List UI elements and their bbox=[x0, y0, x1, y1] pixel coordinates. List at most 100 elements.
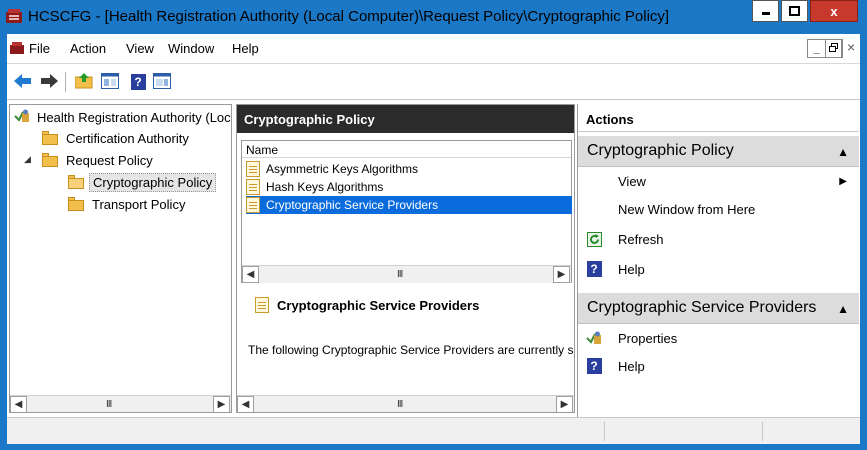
help-toolbar-button[interactable]: ? bbox=[128, 72, 148, 92]
minimize-icon bbox=[761, 4, 771, 19]
action-group-title: Cryptographic Policy bbox=[587, 142, 734, 159]
action-new-window[interactable]: New Window from Here bbox=[578, 195, 859, 223]
action-help-2[interactable]: ? Help bbox=[578, 352, 859, 380]
back-arrow-icon bbox=[14, 73, 32, 91]
collapse-up-icon[interactable]: ▲ bbox=[837, 145, 849, 159]
up-level-button[interactable] bbox=[74, 72, 94, 92]
content-area: Health Registration Authority (Local Com… bbox=[7, 100, 860, 417]
action-label: Refresh bbox=[618, 231, 664, 247]
up-folder-icon bbox=[74, 72, 93, 92]
scroll-left-icon[interactable]: ◀ bbox=[237, 396, 254, 412]
menu-view[interactable]: View bbox=[126, 41, 154, 56]
help-icon: ? bbox=[130, 74, 146, 90]
action-label: Help bbox=[618, 358, 645, 374]
scroll-left-icon[interactable]: ◀ bbox=[242, 266, 259, 283]
hra-snapin-icon bbox=[14, 109, 30, 126]
scroll-right-icon[interactable]: ▶ bbox=[556, 396, 573, 412]
list-horizontal-scrollbar[interactable]: ◀ III ▶ bbox=[242, 265, 571, 283]
action-label: Properties bbox=[618, 330, 678, 346]
tree-root[interactable]: Health Registration Authority (Local Com… bbox=[14, 107, 231, 127]
result-pane-title: Cryptographic Policy bbox=[237, 105, 574, 133]
action-view[interactable]: View ▶ bbox=[578, 167, 859, 195]
toolbar-separator bbox=[65, 72, 66, 92]
mdi-minimize-button[interactable]: _ bbox=[808, 40, 825, 57]
scroll-right-icon[interactable]: ▶ bbox=[553, 266, 570, 283]
list-item-asymmetric[interactable]: Asymmetric Keys Algorithms bbox=[246, 160, 420, 178]
list-item-hash[interactable]: Hash Keys Algorithms bbox=[246, 178, 385, 196]
scroll-thumb[interactable]: III bbox=[106, 399, 112, 410]
show-hide-tree-button[interactable] bbox=[100, 72, 120, 92]
actions-header: Actions bbox=[578, 104, 859, 132]
window-title: HCSCFG - [Health Registration Authority … bbox=[28, 8, 670, 25]
list-item-csp[interactable]: Cryptographic Service Providers bbox=[246, 196, 572, 214]
list-item-label: Asymmetric Keys Algorithms bbox=[266, 162, 419, 176]
maximize-button[interactable] bbox=[781, 0, 808, 22]
submenu-arrow-icon: ▶ bbox=[839, 175, 847, 187]
refresh-icon bbox=[586, 231, 602, 247]
console-tree[interactable]: Health Registration Authority (Local Com… bbox=[9, 104, 232, 413]
properties-icon bbox=[586, 330, 602, 346]
folder-icon bbox=[68, 197, 84, 211]
collapse-arrow-icon[interactable]: ◢ bbox=[24, 154, 31, 165]
tree-item-transport-policy[interactable]: Transport Policy bbox=[68, 194, 188, 214]
tree-item-label: Certification Authority bbox=[66, 130, 189, 146]
app-icon[interactable] bbox=[6, 9, 22, 23]
system-menu-icon[interactable] bbox=[10, 42, 24, 54]
menu-window[interactable]: Window bbox=[168, 41, 214, 56]
close-button[interactable]: x bbox=[810, 0, 858, 22]
status-divider bbox=[762, 422, 763, 441]
folder-icon bbox=[42, 153, 58, 167]
tree-horizontal-scrollbar[interactable]: ◀ III ▶ bbox=[10, 395, 231, 412]
list-item-label: Cryptographic Service Providers bbox=[266, 198, 439, 212]
column-header-name[interactable]: Name bbox=[242, 141, 571, 158]
scroll-thumb[interactable]: III bbox=[397, 269, 403, 280]
show-hide-action-pane-button[interactable] bbox=[152, 72, 172, 92]
back-button[interactable] bbox=[13, 72, 33, 92]
maximize-icon bbox=[789, 4, 800, 19]
description-title: Cryptographic Service Providers bbox=[255, 297, 479, 313]
tree-item-certification-authority[interactable]: Certification Authority bbox=[42, 128, 192, 148]
description-text: The following Cryptographic Service Prov… bbox=[248, 343, 573, 357]
menu-help[interactable]: Help bbox=[232, 41, 259, 56]
policy-document-icon bbox=[246, 197, 260, 213]
result-pane: Cryptographic Policy Name Asymmetric Key… bbox=[236, 104, 575, 413]
policy-document-icon bbox=[246, 161, 260, 177]
action-label: New Window from Here bbox=[618, 201, 756, 217]
description-horizontal-scrollbar[interactable]: ◀ III ▶ bbox=[237, 395, 574, 412]
action-group-csp[interactable]: Cryptographic Service Providers ▲ bbox=[578, 293, 859, 324]
tree-item-cryptographic-policy[interactable]: Cryptographic Policy bbox=[68, 172, 217, 192]
policy-list[interactable]: Name Asymmetric Keys Algorithms Hash Key… bbox=[241, 140, 572, 283]
forward-arrow-icon bbox=[40, 73, 58, 91]
toolbar: ? bbox=[7, 64, 860, 100]
action-group-title: Cryptographic Service Providers bbox=[587, 299, 817, 316]
mdi-restore-button[interactable] bbox=[825, 40, 842, 57]
policy-document-icon bbox=[255, 297, 269, 313]
action-properties[interactable]: Properties bbox=[578, 324, 859, 352]
tree-item-request-policy[interactable]: Request Policy bbox=[42, 150, 156, 170]
close-label: x bbox=[830, 3, 838, 19]
minimize-button[interactable] bbox=[752, 0, 779, 22]
description-title-text: Cryptographic Service Providers bbox=[277, 297, 480, 313]
policy-document-icon bbox=[246, 179, 260, 195]
action-group-cryptographic-policy[interactable]: Cryptographic Policy ▲ bbox=[578, 136, 859, 167]
status-divider bbox=[604, 422, 605, 441]
help-icon: ? bbox=[586, 261, 602, 277]
forward-button[interactable] bbox=[39, 72, 59, 92]
scroll-thumb[interactable]: III bbox=[397, 399, 403, 410]
show-hide-console-tree-icon bbox=[101, 72, 119, 92]
title-bar[interactable]: HCSCFG - [Health Registration Authority … bbox=[0, 0, 867, 34]
menu-file[interactable]: File bbox=[29, 41, 50, 56]
help-icon: ? bbox=[586, 358, 602, 374]
status-bar bbox=[7, 417, 860, 444]
scroll-left-icon[interactable]: ◀ bbox=[10, 396, 27, 412]
menu-bar: File Action View Window Help _ × bbox=[7, 34, 860, 64]
collapse-up-icon[interactable]: ▲ bbox=[837, 302, 849, 316]
restore-icon bbox=[829, 42, 838, 55]
scroll-right-icon[interactable]: ▶ bbox=[213, 396, 230, 412]
action-help[interactable]: ? Help bbox=[578, 255, 859, 283]
mdi-close-button[interactable]: × bbox=[847, 39, 855, 55]
mdi-controls: _ bbox=[807, 39, 843, 58]
action-refresh[interactable]: Refresh bbox=[578, 225, 859, 253]
action-label: Help bbox=[618, 261, 645, 277]
menu-action[interactable]: Action bbox=[70, 41, 106, 56]
